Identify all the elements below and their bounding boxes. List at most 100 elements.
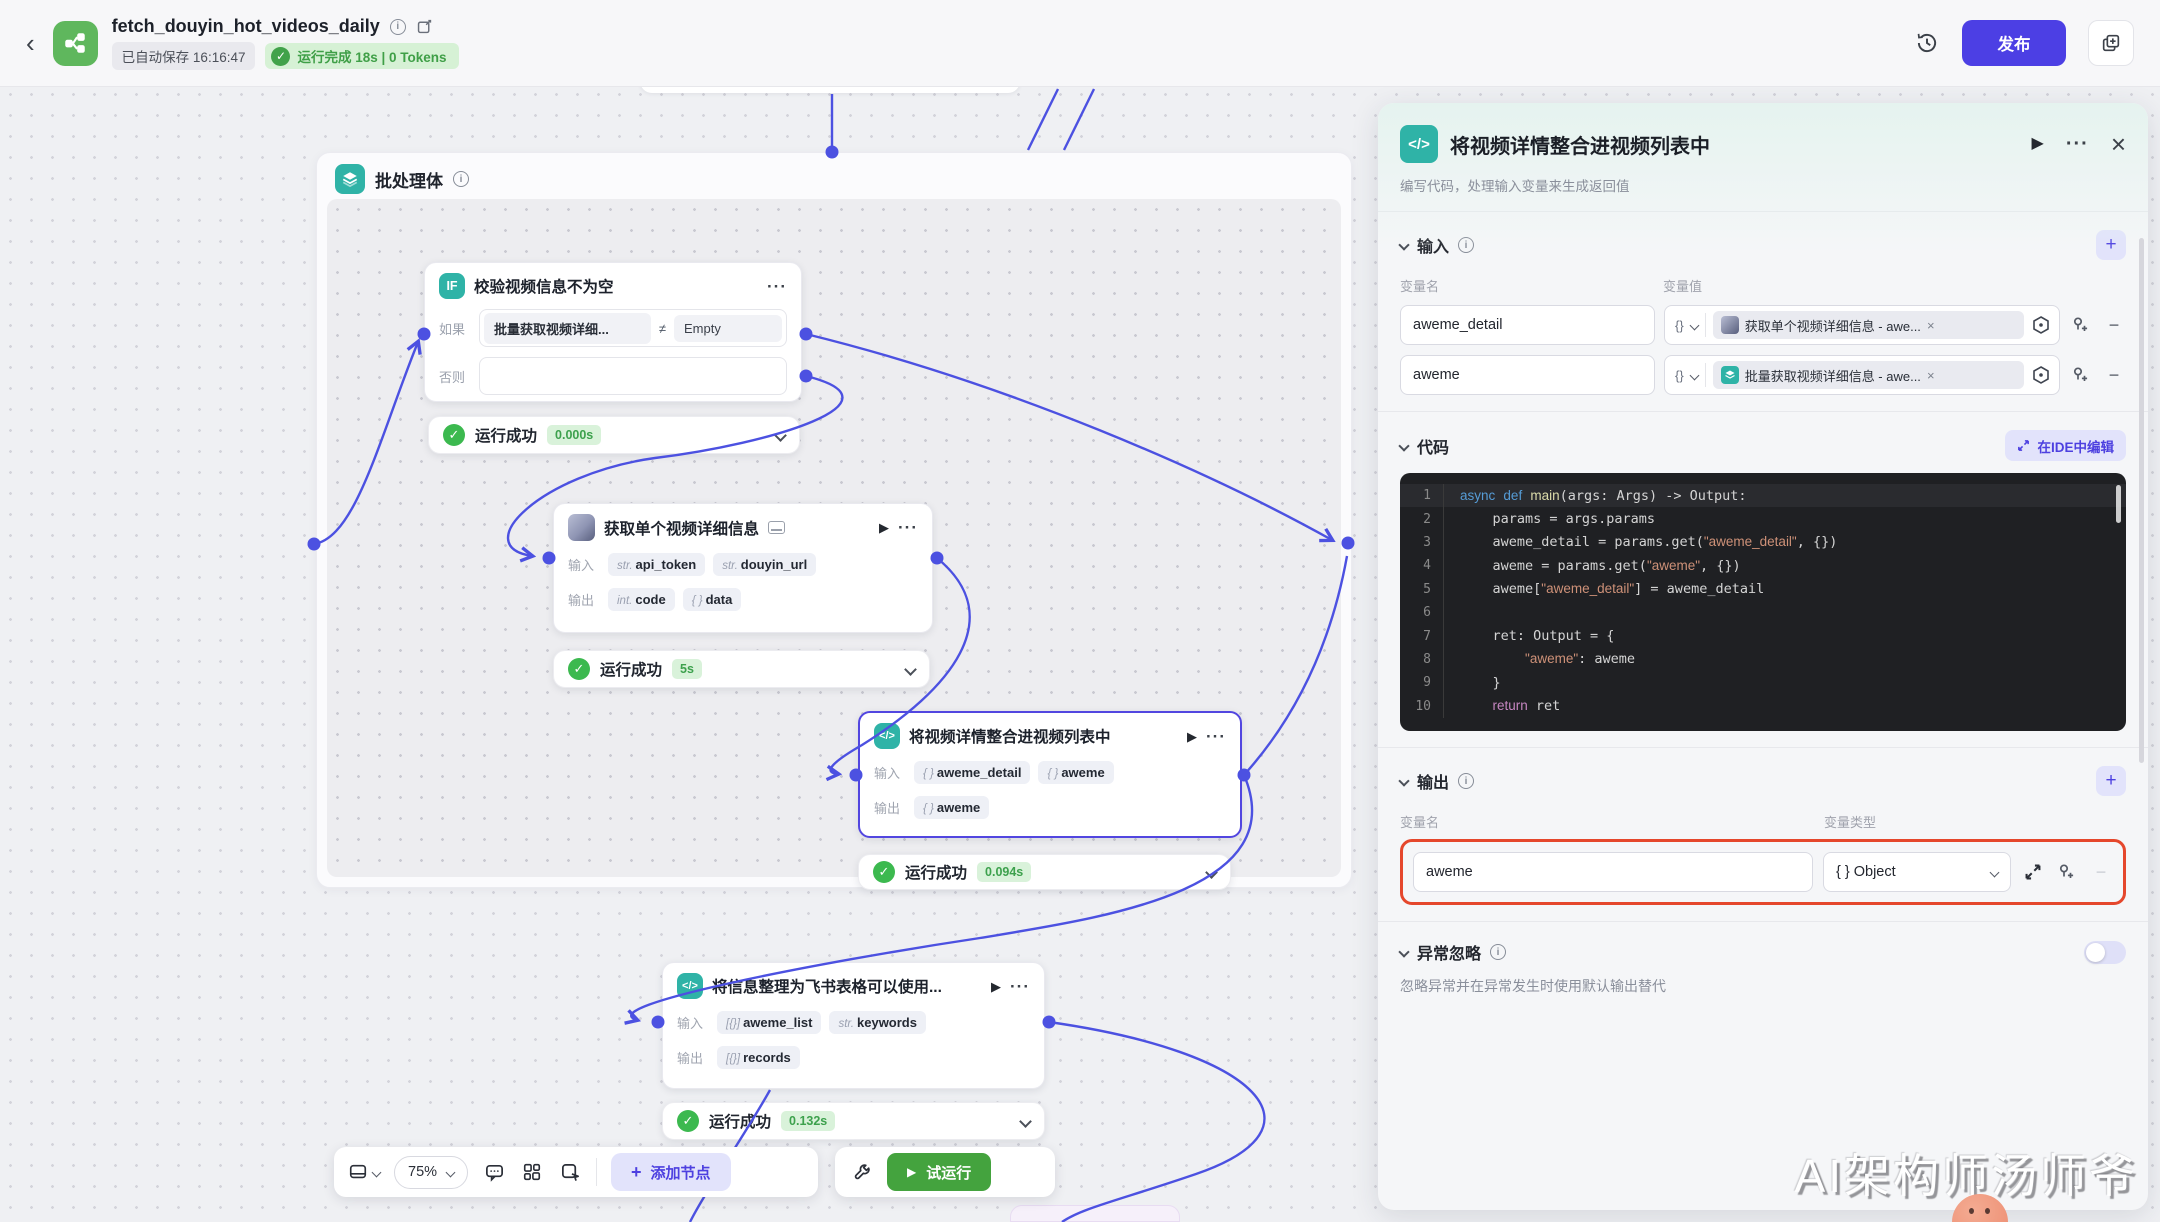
chevron-down-icon[interactable]: [1205, 866, 1218, 879]
variable-value-field[interactable]: {} 批量获取视频详细信息 - awe... ×: [1664, 355, 2060, 395]
remove-reference-icon[interactable]: ×: [1927, 368, 1935, 383]
node-if-check[interactable]: IF 校验视频信息不为空 ··· 如果 批量获取视频详细... ≠ Empty …: [424, 262, 802, 402]
edit-icon[interactable]: [416, 18, 433, 35]
node-title: 获取单个视频详细信息: [604, 517, 759, 539]
hexagon-setting-icon[interactable]: [2031, 315, 2051, 335]
play-icon[interactable]: ▶: [1187, 730, 1197, 743]
outputs-label: 输出: [568, 590, 600, 609]
remove-row-icon[interactable]: −: [2102, 365, 2126, 386]
run-complete-badge[interactable]: ✓ 运行完成 18s | 0 Tokens: [265, 43, 458, 69]
more-menu-icon[interactable]: ···: [767, 278, 787, 295]
code-line[interactable]: 1async def main(args: Args) -> Output:: [1400, 484, 2126, 507]
variable-reference-pill[interactable]: 获取单个视频详细信息 - awe... ×: [1713, 311, 2024, 339]
chevron-down-icon: [446, 1167, 456, 1177]
remove-row-icon: −: [2089, 862, 2113, 883]
node-get-video-detail[interactable]: 获取单个视频详细信息 ▶ ··· 输入 str.api_token str.do…: [553, 503, 933, 633]
test-run-button[interactable]: ▶ 试运行: [887, 1153, 991, 1191]
run-duration: 5s: [672, 659, 702, 679]
run-status-badge[interactable]: ✓ 运行成功 0.094s: [858, 854, 1231, 890]
hexagon-setting-icon[interactable]: [2031, 365, 2051, 385]
minimap-toggle[interactable]: [348, 1162, 380, 1182]
success-check-icon: ✓: [443, 424, 465, 446]
layers-icon: [335, 164, 365, 194]
code-line[interactable]: 10 return ret: [1400, 695, 2126, 718]
divider: [1705, 313, 1706, 337]
output-type-select[interactable]: { } Object: [1823, 852, 2011, 892]
remove-row-icon[interactable]: −: [2102, 315, 2126, 336]
select-tool-icon[interactable]: [558, 1160, 582, 1184]
inputs-section-title: 输入: [1417, 233, 1449, 257]
link-reference-icon[interactable]: [2069, 313, 2093, 337]
panel-scrollbar[interactable]: [2139, 238, 2144, 763]
output-name-input[interactable]: [1413, 852, 1813, 892]
node-format-feishu-table[interactable]: </> 将信息整理为飞书表格可以使用... ▶ ··· 输入 [{}]aweme…: [662, 962, 1045, 1089]
auto-layout-icon[interactable]: [520, 1160, 544, 1184]
edit-in-ide-button[interactable]: 在IDE中编辑: [2005, 430, 2126, 461]
run-node-icon[interactable]: ▶: [2032, 136, 2044, 152]
collapse-chevron-icon[interactable]: [1398, 239, 1409, 250]
run-status-badge[interactable]: ✓ 运行成功 0.000s: [428, 416, 800, 454]
link-reference-icon[interactable]: [2069, 363, 2093, 387]
run-status-badge[interactable]: ✓ 运行成功 0.132s: [662, 1102, 1045, 1140]
more-menu-icon[interactable]: ···: [1010, 978, 1030, 995]
chevron-down-icon[interactable]: [904, 663, 917, 676]
info-icon[interactable]: i: [390, 19, 406, 35]
input-row: {} 获取单个视频详细信息 - awe... × −: [1400, 305, 2126, 345]
collapse-chevron-icon[interactable]: [1398, 775, 1409, 786]
code-line[interactable]: 6: [1400, 601, 2126, 624]
run-status-badge[interactable]: ✓ 运行成功 5s: [553, 650, 930, 688]
exception-toggle[interactable]: [2084, 941, 2126, 964]
publish-button[interactable]: 发布: [1962, 20, 2066, 66]
success-check-icon: ✓: [677, 1110, 699, 1132]
more-menu-icon[interactable]: ···: [2066, 134, 2089, 154]
code-scrollbar[interactable]: [2116, 485, 2121, 523]
run-status-text: 运行成功: [600, 658, 662, 680]
node-merge-video-detail[interactable]: </> 将视频详情整合进视频列表中 ▶ ··· 输入 { }aweme_deta…: [858, 711, 1242, 838]
more-menu-icon[interactable]: ···: [898, 519, 918, 536]
run-duration: 0.132s: [781, 1111, 835, 1131]
add-node-button[interactable]: + 添加节点: [611, 1153, 731, 1191]
code-line[interactable]: 3 aweme_detail = params.get("aweme_detai…: [1400, 531, 2126, 554]
play-icon[interactable]: ▶: [879, 521, 889, 534]
variable-value-field[interactable]: {} 获取单个视频详细信息 - awe... ×: [1664, 305, 2060, 345]
code-editor[interactable]: 1async def main(args: Args) -> Output:2 …: [1400, 473, 2126, 731]
remove-reference-icon[interactable]: ×: [1927, 318, 1935, 333]
comment-icon[interactable]: [482, 1160, 506, 1184]
code-line[interactable]: 5 aweme["aweme_detail"] = aweme_detail: [1400, 578, 2126, 601]
more-menu-icon[interactable]: ···: [1206, 728, 1226, 745]
exception-description: 忽略异常并在异常发生时使用默认输出替代: [1400, 976, 2126, 996]
not-equal-operator[interactable]: ≠: [659, 321, 666, 336]
code-line[interactable]: 7 ret: Output = {: [1400, 624, 2126, 647]
exception-section-title: 异常忽略: [1417, 940, 1481, 964]
if-condition-box[interactable]: 批量获取视频详细... ≠ Empty: [479, 309, 787, 347]
panel-title: 将视频详情整合进视频列表中: [1450, 130, 2020, 159]
close-icon[interactable]: ×: [2111, 134, 2126, 155]
collapse-chevron-icon[interactable]: [1398, 440, 1409, 451]
code-line[interactable]: 2 params = args.params: [1400, 507, 2126, 530]
collapse-chevron-icon[interactable]: [1398, 946, 1409, 957]
code-line[interactable]: 4 aweme = params.get("aweme", {}): [1400, 554, 2126, 577]
chevron-down-icon: [372, 1167, 382, 1177]
back-button[interactable]: ‹: [26, 30, 35, 56]
code-line[interactable]: 9 }: [1400, 671, 2126, 694]
add-input-button[interactable]: +: [2096, 230, 2126, 260]
else-condition-box[interactable]: [479, 357, 787, 395]
play-icon[interactable]: ▶: [991, 980, 1001, 993]
wrench-icon[interactable]: [849, 1160, 873, 1184]
expand-icon[interactable]: [2021, 860, 2045, 884]
offscreen-node-partial-bottom[interactable]: [1010, 1205, 1180, 1222]
chevron-down-icon[interactable]: [1019, 1115, 1032, 1128]
condition-right-value[interactable]: Empty: [674, 315, 782, 342]
code-line[interactable]: 8 "aweme": aweme: [1400, 648, 2126, 671]
link-reference-icon[interactable]: [2055, 860, 2079, 884]
variable-name-input[interactable]: [1400, 305, 1655, 345]
add-output-button[interactable]: +: [2096, 766, 2126, 796]
variable-reference-pill[interactable]: 批量获取视频详细信息 - awe... ×: [1713, 361, 2024, 389]
history-icon[interactable]: [1914, 30, 1940, 56]
condition-left-value[interactable]: 批量获取视频详细...: [484, 313, 651, 344]
duplicate-window-icon[interactable]: [2088, 20, 2134, 66]
io-pill: str.douyin_url: [713, 553, 816, 576]
zoom-select[interactable]: 75%: [394, 1156, 468, 1189]
variable-name-input[interactable]: [1400, 355, 1655, 395]
chevron-down-icon[interactable]: [774, 429, 787, 442]
